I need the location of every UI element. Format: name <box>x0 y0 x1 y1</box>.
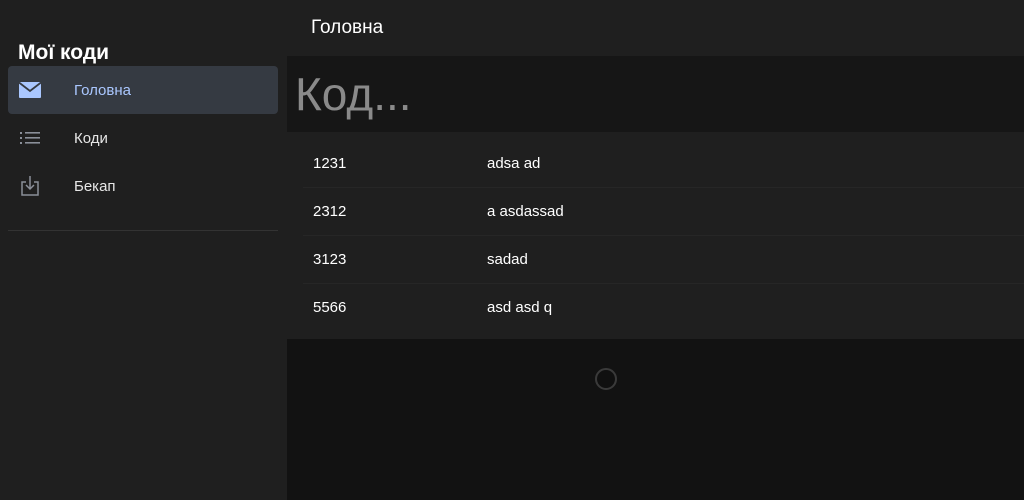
loading-spinner-icon <box>595 368 617 390</box>
sidebar-item-home[interactable]: Головна <box>8 66 278 114</box>
search-input[interactable] <box>295 64 995 124</box>
code-value: 3123 <box>313 251 347 268</box>
list-item[interactable]: 2312 a asdassad <box>287 188 1024 236</box>
list-item[interactable]: 3123 sadad <box>287 236 1024 284</box>
code-description: sadad <box>487 251 528 268</box>
code-description: adsa ad <box>487 155 541 172</box>
sidebar: Мої коди Головна Коди Бекап <box>0 0 287 500</box>
search-area <box>287 56 1024 132</box>
list-icon <box>18 126 42 150</box>
page-title: Головна <box>311 17 384 38</box>
sidebar-title: Мої коди <box>18 41 110 64</box>
sidebar-item-backup[interactable]: Бекап <box>8 162 278 210</box>
sidebar-item-codes[interactable]: Коди <box>8 114 278 162</box>
code-value: 1231 <box>313 155 347 172</box>
sidebar-divider <box>8 230 278 231</box>
code-description: asd asd q <box>487 299 553 316</box>
code-value: 2312 <box>313 203 347 220</box>
sidebar-item-label: Коди <box>74 129 108 147</box>
top-app-bar: Головна <box>287 0 1024 56</box>
download-icon <box>18 174 42 198</box>
list-item[interactable]: 1231 adsa ad <box>287 140 1024 188</box>
code-description: a asdassad <box>487 203 564 220</box>
list-item[interactable]: 5566 asd asd q <box>287 284 1024 332</box>
sidebar-item-label: Головна <box>74 81 131 99</box>
codes-list: 1231 adsa ad 2312 a asdassad 3123 sadad … <box>287 132 1024 339</box>
code-value: 5566 <box>313 299 347 316</box>
sidebar-item-label: Бекап <box>74 177 116 195</box>
app-window: Мої коди Головна Коди Бекап Головна Код.… <box>0 0 1024 500</box>
mail-icon <box>18 78 42 102</box>
